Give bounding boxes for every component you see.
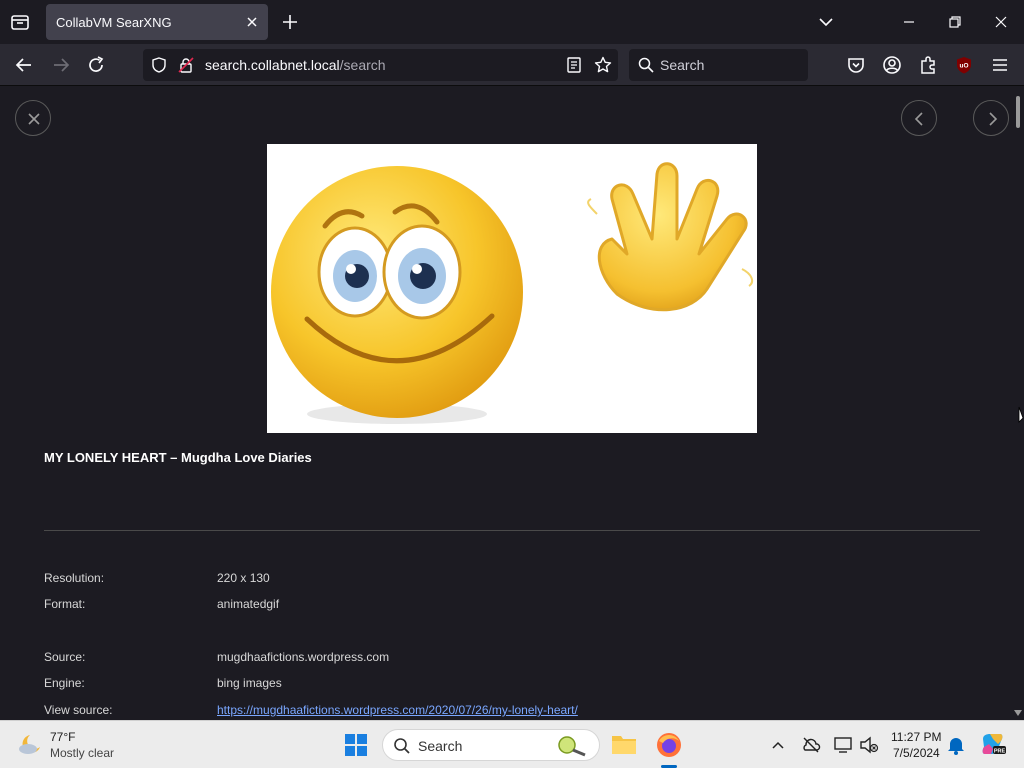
previous-image-button[interactable]: [901, 100, 937, 136]
close-window-icon[interactable]: [991, 12, 1011, 32]
onedrive-offline-icon[interactable]: [801, 735, 821, 760]
tab-title: CollabVM SearXNG: [56, 15, 172, 30]
scrollbar[interactable]: [1012, 86, 1024, 720]
engine-label: Engine:: [44, 676, 85, 690]
show-hidden-icons-chevron-icon[interactable]: [770, 737, 786, 758]
windows-taskbar: 77°F Mostly clear Search 11:27 PM 7/5/20…: [0, 720, 1024, 768]
volume-muted-icon[interactable]: [859, 735, 879, 760]
shield-icon[interactable]: [151, 57, 167, 78]
scroll-down-arrow-icon[interactable]: [1014, 710, 1022, 716]
taskbar-search-box[interactable]: Search: [382, 729, 600, 761]
extensions-puzzle-icon[interactable]: [917, 54, 939, 76]
clock-date[interactable]: 7/5/2024: [893, 746, 940, 760]
navigation-toolbar: search.collabnet.local/search Search uO: [0, 44, 1024, 86]
page-content: MY LONELY HEART – Mugdha Love Diaries Re…: [0, 86, 1024, 720]
copilot-icon[interactable]: PRE: [980, 731, 1006, 762]
bookmark-star-icon[interactable]: [594, 56, 612, 79]
windows-start-icon[interactable]: [344, 733, 368, 762]
svg-text:uO: uO: [959, 63, 968, 70]
network-icon[interactable]: [833, 735, 853, 760]
search-icon: [393, 737, 411, 760]
account-icon[interactable]: [881, 54, 903, 76]
file-explorer-icon[interactable]: [611, 732, 637, 761]
resolution-label: Resolution:: [44, 571, 105, 585]
pocket-icon[interactable]: [845, 54, 867, 76]
url-bar[interactable]: search.collabnet.local/search: [143, 49, 618, 81]
view-source-label: View source:: [44, 703, 113, 717]
weather-moon-cloud-icon[interactable]: [16, 731, 44, 764]
image-title: MY LONELY HEART – Mugdha Love Diaries: [44, 450, 312, 465]
search-placeholder: Search: [660, 57, 705, 73]
forward-arrow-icon[interactable]: [50, 54, 72, 76]
hamburger-menu-icon[interactable]: [989, 54, 1011, 76]
format-value: animatedgif: [217, 597, 280, 611]
engine-value: bing images: [217, 676, 282, 690]
image-preview[interactable]: [267, 144, 757, 433]
tab-bar: CollabVM SearXNG: [0, 0, 1024, 44]
divider: [44, 530, 980, 531]
scroll-thumb[interactable]: [1016, 96, 1020, 128]
reload-icon[interactable]: [85, 54, 107, 76]
taskbar-search-label: Search: [418, 738, 463, 754]
chevron-left-icon: [914, 112, 923, 126]
close-tab-icon[interactable]: [244, 14, 260, 30]
weather-temperature[interactable]: 77°F: [50, 730, 75, 744]
next-image-button[interactable]: [973, 100, 1009, 136]
search-bar[interactable]: Search: [629, 49, 808, 81]
tab-active[interactable]: CollabVM SearXNG: [46, 4, 268, 40]
format-label: Format:: [44, 597, 86, 611]
list-all-tabs-icon[interactable]: [8, 10, 32, 34]
ublock-origin-icon[interactable]: uO: [953, 54, 975, 76]
firefox-icon[interactable]: [655, 731, 683, 764]
close-icon: [28, 113, 40, 125]
search-icon: [638, 57, 654, 78]
mouse-cursor-icon: [1018, 406, 1024, 423]
view-source-link[interactable]: https://mugdhaafictions.wordpress.com/20…: [217, 703, 578, 717]
weather-description[interactable]: Mostly clear: [50, 746, 114, 760]
close-preview-button[interactable]: [15, 100, 51, 136]
source-value: mugdhaafictions.wordpress.com: [217, 650, 390, 664]
notification-bell-icon[interactable]: [947, 735, 965, 760]
insecure-lock-icon[interactable]: [178, 57, 194, 78]
clock-time[interactable]: 11:27 PM: [891, 730, 941, 744]
minimize-icon[interactable]: [899, 12, 919, 32]
new-tab-plus-icon[interactable]: [280, 12, 300, 32]
svg-text:PRE: PRE: [994, 749, 1006, 755]
reader-view-icon[interactable]: [566, 57, 582, 78]
restore-icon[interactable]: [945, 12, 965, 32]
search-highlight-icon: [555, 733, 591, 762]
resolution-value: 220 x 130: [217, 571, 270, 585]
back-arrow-icon[interactable]: [13, 54, 35, 76]
waving-smiley-image: [271, 162, 754, 424]
chevron-down-icon[interactable]: [816, 12, 836, 32]
chevron-right-icon: [989, 112, 998, 126]
url-text[interactable]: search.collabnet.local/search: [205, 57, 386, 73]
source-label: Source:: [44, 650, 86, 664]
